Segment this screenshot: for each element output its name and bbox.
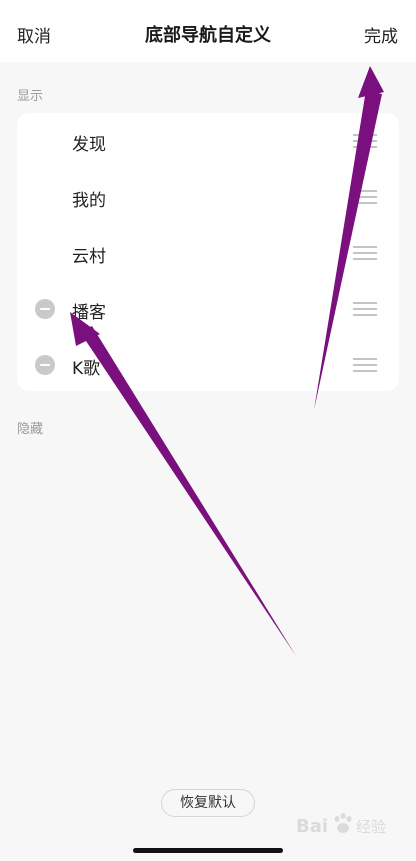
hidden-section-label: 隐藏 <box>17 422 44 437</box>
svg-text:Bai: Bai <box>296 816 328 837</box>
restore-default-button[interactable]: 恢复默认 <box>161 789 255 817</box>
list-item-label: 云村 <box>72 247 106 267</box>
list-item-label: 我的 <box>72 191 106 211</box>
list-item-discover[interactable]: 发现 <box>17 113 399 169</box>
list-item-label: 发现 <box>72 135 106 155</box>
svg-text:经验: 经验 <box>356 818 386 836</box>
minus-circle-icon[interactable] <box>35 355 55 375</box>
page-title: 底部导航自定义 <box>145 25 271 46</box>
drag-handle-icon[interactable] <box>353 358 377 372</box>
drag-handle-icon[interactable] <box>353 190 377 204</box>
list-item-label: K歌 <box>72 359 101 379</box>
list-item-mine[interactable]: 我的 <box>17 169 399 225</box>
list-item-karaoke[interactable]: K歌 <box>17 337 399 393</box>
list-item-podcast[interactable]: 播客 <box>17 281 399 337</box>
list-item-village[interactable]: 云村 <box>17 225 399 281</box>
list-item-label: 播客 <box>72 303 106 323</box>
shown-items-card: 发现 我的 云村 播客 K歌 <box>17 113 399 391</box>
minus-circle-icon[interactable] <box>35 299 55 319</box>
top-nav-bar: 取消 底部导航自定义 完成 <box>0 0 416 62</box>
drag-handle-icon[interactable] <box>353 134 377 148</box>
drag-handle-icon[interactable] <box>353 246 377 260</box>
shown-section-label: 显示 <box>17 89 44 104</box>
done-button[interactable]: 完成 <box>364 22 398 47</box>
watermark-logo: Bai 经验 <box>296 813 386 837</box>
drag-handle-icon[interactable] <box>353 302 377 316</box>
home-indicator <box>133 848 283 853</box>
